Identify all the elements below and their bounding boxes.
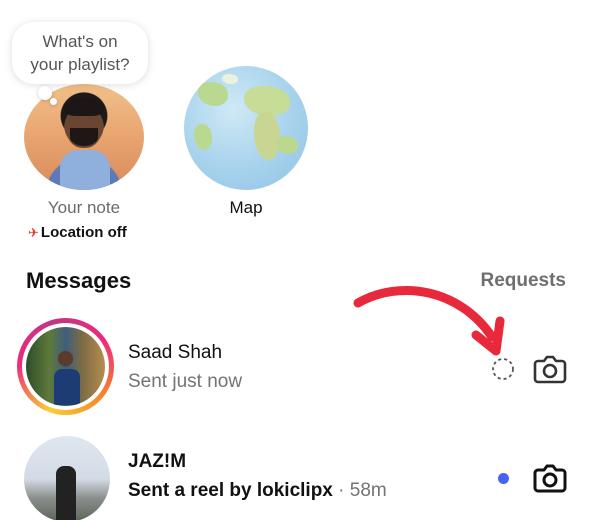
avatar-body <box>54 369 80 405</box>
avatar <box>26 327 105 406</box>
your-note-label: Your note <box>47 198 121 217</box>
thread-preview-text: Sent a reel by lokiclipx <box>128 480 333 501</box>
map-label: Map <box>229 198 263 217</box>
avatar-beard <box>70 128 98 146</box>
note-bubble-tail-small <box>50 98 57 105</box>
avatar[interactable] <box>24 436 110 520</box>
thread-avatar-story-ring[interactable] <box>17 318 114 415</box>
thread-name[interactable]: Saad Shah <box>128 342 222 364</box>
map-land <box>194 124 212 150</box>
thread-time: 58m <box>349 480 387 501</box>
camera-icon[interactable] <box>532 353 568 385</box>
avatar-hair <box>64 98 104 116</box>
map-land <box>222 74 238 84</box>
avatar-person <box>56 466 76 520</box>
thread-preview-separator: · <box>338 480 345 501</box>
loading-icon <box>492 358 514 380</box>
map-globe[interactable] <box>184 66 308 190</box>
avatar-ring-inner <box>22 323 109 410</box>
location-status-label: Location off <box>40 224 127 241</box>
note-bubble-line1: What's on <box>42 32 118 51</box>
avatar-shirt <box>60 150 110 190</box>
camera-icon[interactable] <box>532 462 568 494</box>
thread-preview[interactable]: Sent a reel by lokiclipx · 58m <box>128 480 387 502</box>
location-status[interactable]: ✈︎ Location off <box>28 224 127 241</box>
thread-name[interactable]: JAZ!M <box>128 451 186 473</box>
location-off-icon: ✈︎ <box>28 224 39 240</box>
map-land <box>254 112 280 160</box>
note-bubble[interactable]: What's on your playlist? <box>12 22 148 84</box>
map-land <box>276 136 298 154</box>
note-bubble-line2: your playlist? <box>30 55 130 74</box>
unread-indicator <box>498 473 509 484</box>
your-note-avatar[interactable] <box>24 84 144 190</box>
messages-title: Messages <box>26 268 132 293</box>
note-bubble-tail <box>38 86 52 100</box>
annotation-arrow-icon <box>353 286 505 356</box>
thread-preview[interactable]: Sent just now <box>128 371 242 393</box>
map-land <box>198 82 228 106</box>
